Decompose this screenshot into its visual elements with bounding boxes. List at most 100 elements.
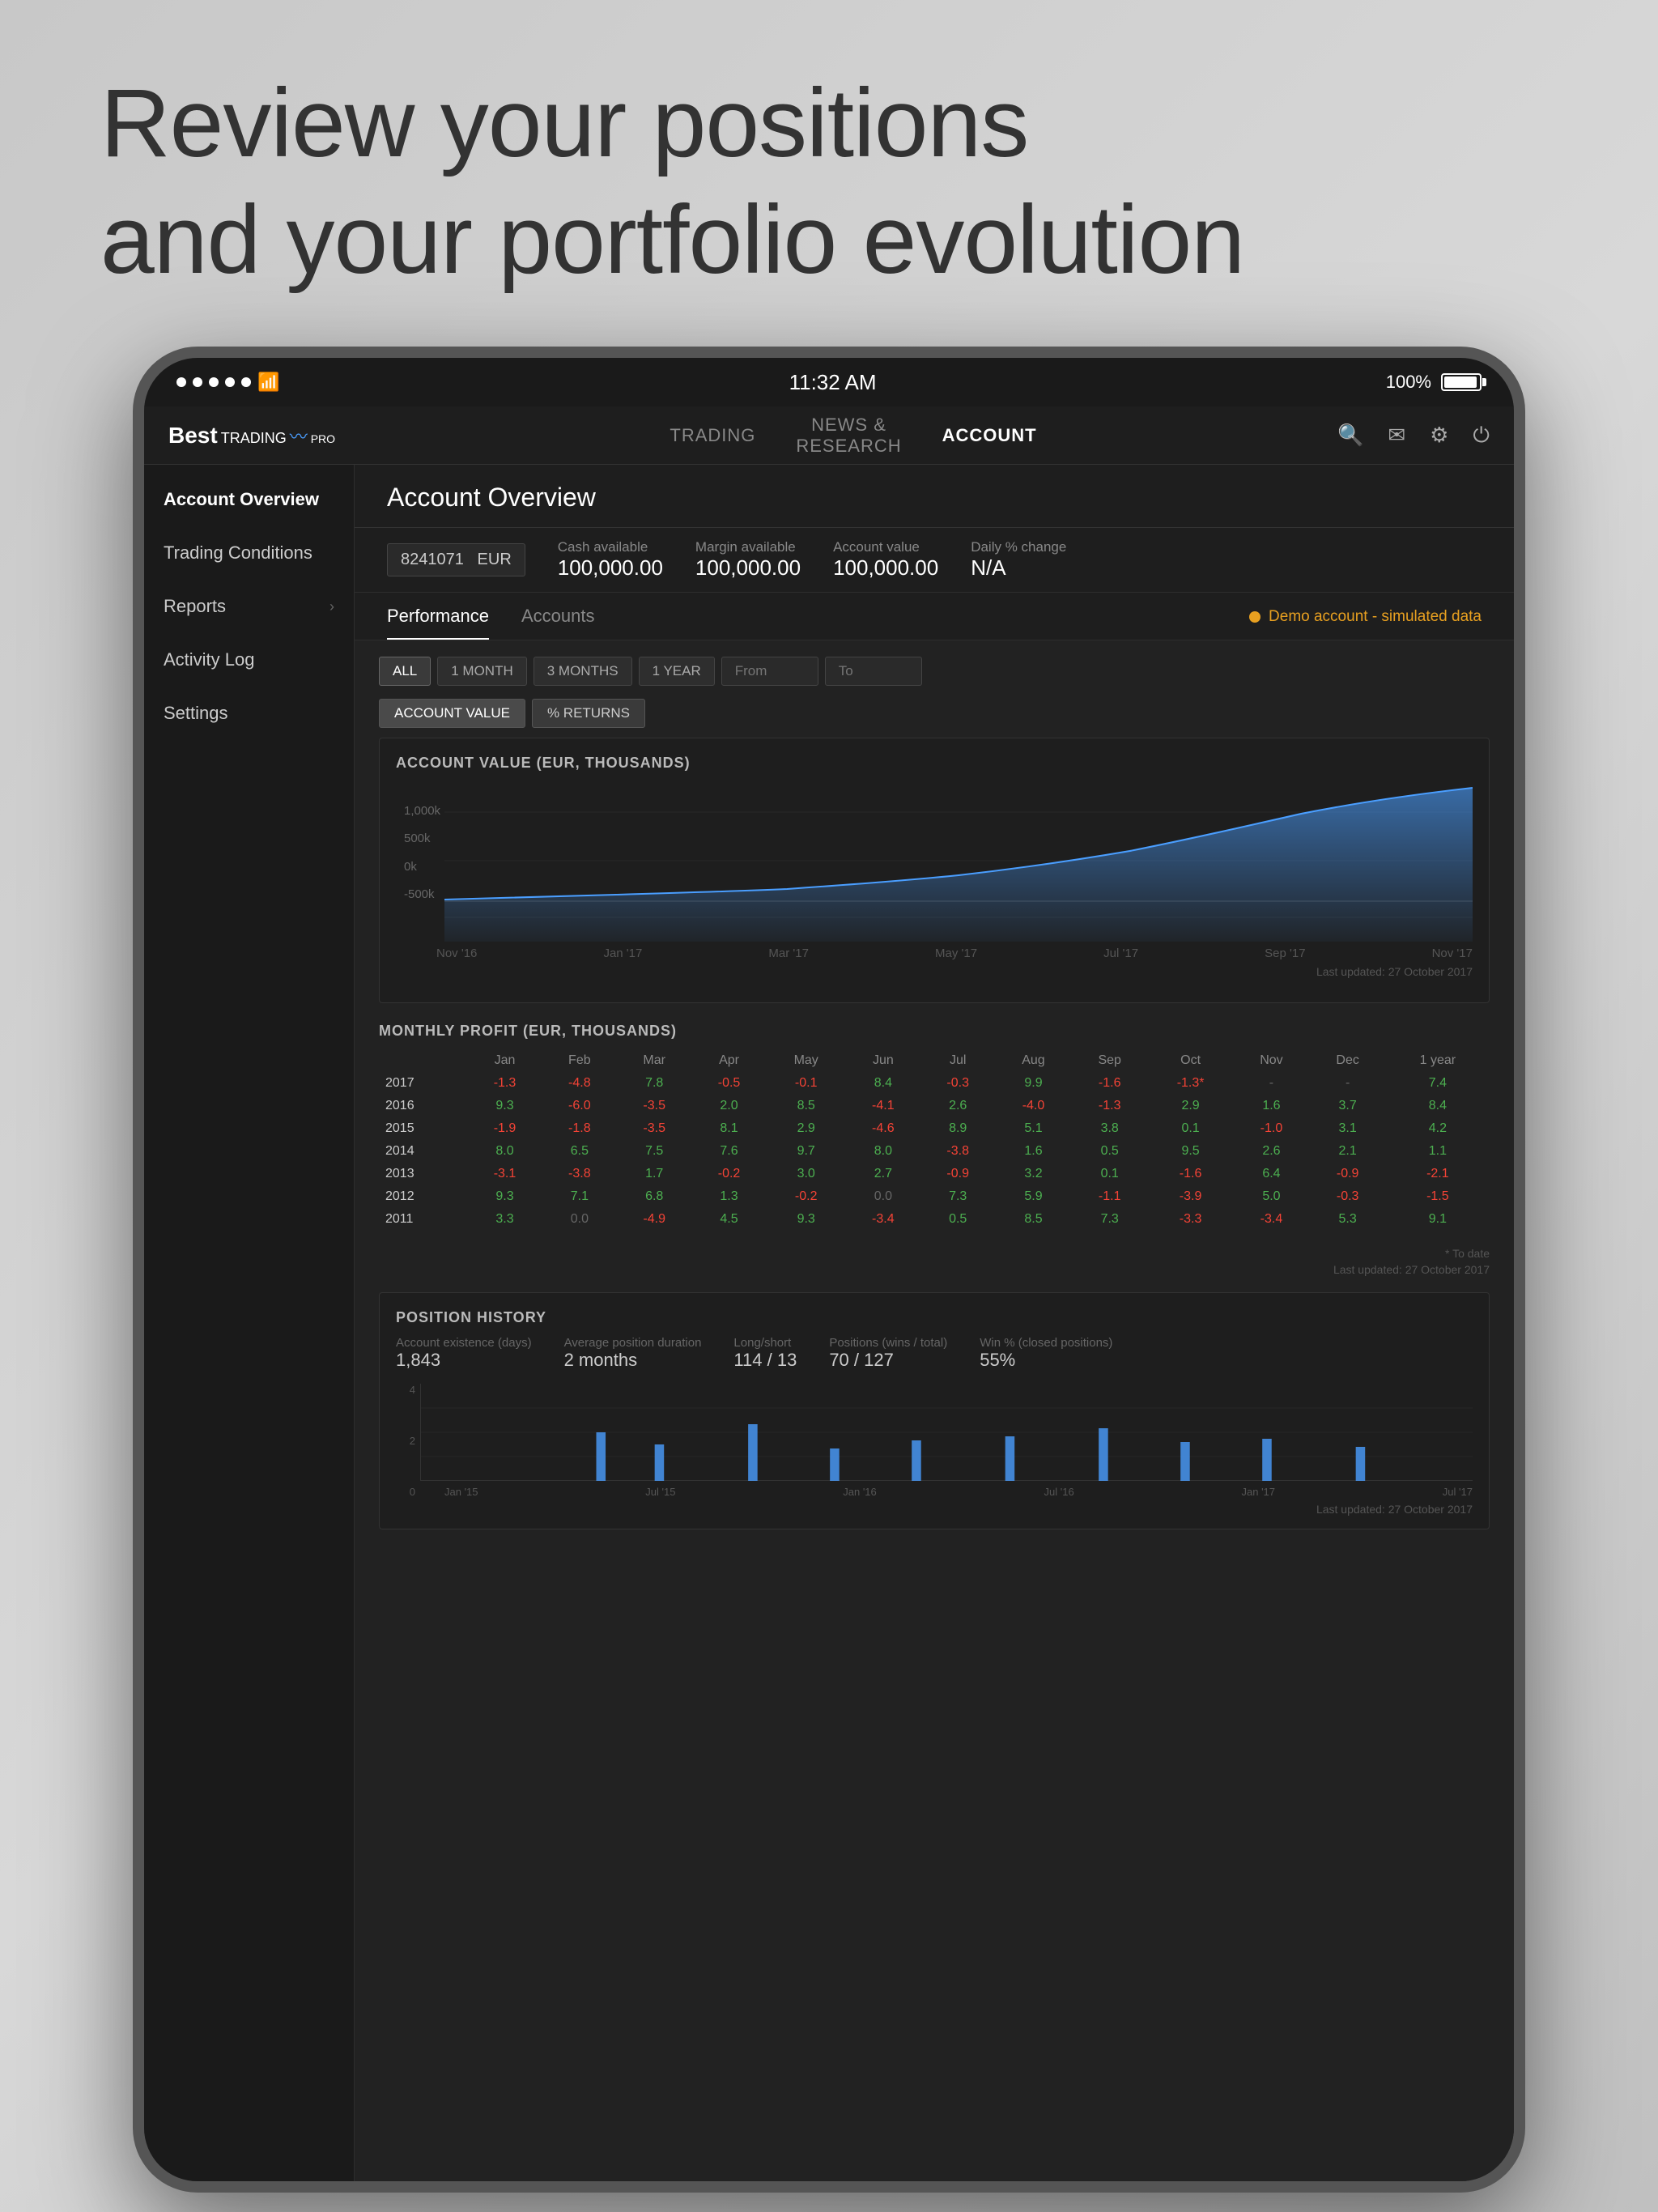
pos-y-labels: 4 2 0 xyxy=(410,1384,420,1498)
cash-available-label: Cash available xyxy=(558,539,648,555)
monthly-profit-title: MONTHLY PROFIT (EUR, THOUSANDS) xyxy=(379,1023,1490,1040)
tab-performance[interactable]: Performance xyxy=(387,606,489,640)
table-row: 2013 -3.1 -3.8 1.7 -0.2 3.0 2.7 -0.9 3.2… xyxy=(379,1163,1490,1185)
margin-available-label: Margin available xyxy=(695,539,796,555)
win-pct-stat: Win % (closed positions) 55% xyxy=(980,1336,1112,1371)
long-short-stat: Long/short 114 / 13 xyxy=(733,1336,797,1371)
position-history-chart: 4 2 0 xyxy=(420,1384,1473,1498)
account-value-chart: ACCOUNT VALUE (EUR, THOUSANDS) 1,000k 50… xyxy=(379,738,1490,1003)
sidebar-item-settings[interactable]: Settings xyxy=(144,687,354,740)
account-value-stat: Account value 100,000.00 xyxy=(833,539,938,581)
battery-icon xyxy=(1441,373,1482,391)
daily-change-stat: Daily % change N/A xyxy=(971,539,1066,581)
account-bar: 8241071 EUR Cash available 100,000.00 Ma… xyxy=(355,528,1514,593)
monthly-profit-last-updated: Last updated: 27 October 2017 xyxy=(379,1263,1490,1276)
nav-tab-trading[interactable]: TRADING xyxy=(670,425,755,446)
account-id-box: 8241071 EUR xyxy=(387,543,525,576)
table-row: 2014 8.0 6.5 7.5 7.6 9.7 8.0 -3.8 1.6 0.… xyxy=(379,1140,1490,1163)
demo-badge-text: Demo account - simulated data xyxy=(1269,608,1482,626)
position-stats: Account existence (days) 1,843 Average p… xyxy=(396,1336,1473,1371)
logo-pro: PRO xyxy=(311,432,335,445)
col-feb: Feb xyxy=(542,1049,617,1072)
avg-position-duration-stat: Average position duration 2 months xyxy=(564,1336,702,1371)
daily-change-label: Daily % change xyxy=(971,539,1066,555)
status-bar: 📶 11:32 AM 100% xyxy=(144,358,1514,406)
account-value-chart-title: ACCOUNT VALUE (EUR, THOUSANDS) xyxy=(396,755,1473,772)
pos-chart-area xyxy=(420,1384,1473,1481)
nav-tab-news[interactable]: NEWS &RESEARCH xyxy=(796,415,901,457)
col-jan: Jan xyxy=(467,1049,542,1072)
page-title-bar: Account Overview xyxy=(355,465,1514,528)
sub-tabs: Performance Accounts Demo account - simu… xyxy=(355,593,1514,640)
table-row: 2017 -1.3 -4.8 7.8 -0.5 -0.1 8.4 -0.3 9.… xyxy=(379,1072,1490,1095)
date-from-input[interactable] xyxy=(721,657,818,686)
col-jun: Jun xyxy=(846,1049,920,1072)
table-footnote: * To date xyxy=(379,1247,1490,1260)
status-bar-right: 100% xyxy=(1386,372,1482,393)
monthly-profit-table: Jan Feb Mar Apr May Jun Jul Aug Sep Oct … xyxy=(379,1049,1490,1231)
margin-available-stat: Margin available 100,000.00 xyxy=(695,539,801,581)
sidebar-item-account-overview[interactable]: Account Overview xyxy=(144,473,354,526)
power-icon[interactable]: ⏻ xyxy=(1473,423,1490,449)
profit-table-header-row: Jan Feb Mar Apr May Jun Jul Aug Sep Oct … xyxy=(379,1049,1490,1072)
nav-tab-account[interactable]: ACCOUNT xyxy=(942,425,1037,446)
cash-available-stat: Cash available 100,000.00 xyxy=(558,539,663,581)
table-row: 2011 3.3 0.0 -4.9 4.5 9.3 -3.4 0.5 8.5 7… xyxy=(379,1208,1490,1231)
sidebar: Account Overview Trading Conditions Repo… xyxy=(144,465,355,2181)
app-header: Best TRADING 〰 PRO TRADING NEWS &RESEARC… xyxy=(144,406,1514,465)
filter-1-month[interactable]: 1 MONTH xyxy=(437,657,527,686)
content-scroll[interactable]: ALL 1 MONTH 3 MONTHS 1 YEAR ACCOUNT VALU… xyxy=(355,640,1514,2181)
chart-toggle: ACCOUNT VALUE % RETURNS xyxy=(379,699,1490,728)
app-body: Account Overview Trading Conditions Repo… xyxy=(144,465,1514,2181)
account-value-last-updated: Last updated: 27 October 2017 xyxy=(396,965,1473,978)
sidebar-item-activity-log[interactable]: Activity Log xyxy=(144,633,354,687)
account-value-label: Account value xyxy=(833,539,920,555)
tab-accounts[interactable]: Accounts xyxy=(521,606,595,640)
logo-best: Best xyxy=(168,423,218,449)
settings-icon[interactable]: ⚙ xyxy=(1430,423,1448,448)
status-time: 11:32 AM xyxy=(789,370,877,395)
sidebar-item-reports[interactable]: Reports › xyxy=(144,580,354,633)
account-existence-stat: Account existence (days) 1,843 xyxy=(396,1336,532,1371)
chart-x-labels: Nov '16 Jan '17 Mar '17 May '17 Jul '17 … xyxy=(436,946,1473,960)
col-sep: Sep xyxy=(1072,1049,1148,1072)
battery-fill xyxy=(1444,376,1477,388)
position-history-section: POSITION HISTORY Account existence (days… xyxy=(379,1292,1490,1529)
status-bar-left: 📶 xyxy=(176,372,279,393)
search-icon[interactable]: 🔍 xyxy=(1337,423,1363,448)
toggle-pct-returns[interactable]: % RETURNS xyxy=(532,699,645,728)
filter-all[interactable]: ALL xyxy=(379,657,431,686)
col-1year: 1 year xyxy=(1386,1049,1490,1072)
main-content: Account Overview 8241071 EUR Cash availa… xyxy=(355,465,1514,2181)
account-id: 8241071 xyxy=(401,551,464,568)
battery-percent: 100% xyxy=(1386,372,1431,393)
signal-dot-3 xyxy=(209,377,219,387)
col-nov: Nov xyxy=(1233,1049,1309,1072)
toggle-account-value[interactable]: ACCOUNT VALUE xyxy=(379,699,525,728)
account-value-svg xyxy=(444,780,1473,942)
signal-dot-4 xyxy=(225,377,235,387)
page-title: Account Overview xyxy=(387,483,1482,513)
filter-1-year[interactable]: 1 YEAR xyxy=(639,657,715,686)
col-year xyxy=(379,1049,467,1072)
mail-icon[interactable]: ✉ xyxy=(1388,423,1405,448)
margin-available-value: 100,000.00 xyxy=(695,555,801,581)
time-filter-bar: ALL 1 MONTH 3 MONTHS 1 YEAR xyxy=(379,657,1490,686)
cash-available-value: 100,000.00 xyxy=(558,555,663,581)
header-icons: 🔍 ✉ ⚙ ⏻ xyxy=(1328,423,1490,449)
demo-badge: Demo account - simulated data xyxy=(1249,608,1482,637)
device-frame: 📶 11:32 AM 100% Best TRADING 〰 PRO TRADI… xyxy=(133,347,1525,2193)
sidebar-item-trading-conditions[interactable]: Trading Conditions xyxy=(144,526,354,580)
signal-dot-1 xyxy=(176,377,186,387)
reports-chevron-icon: › xyxy=(329,598,334,615)
chart-area xyxy=(444,780,1473,942)
position-history-title: POSITION HISTORY xyxy=(396,1309,1473,1326)
filter-3-months[interactable]: 3 MONTHS xyxy=(534,657,632,686)
col-dec: Dec xyxy=(1310,1049,1386,1072)
logo-wave-icon: 〰 xyxy=(290,423,308,449)
col-may: May xyxy=(767,1049,846,1072)
pos-x-labels: Jan '15 Jul '15 Jan '16 Jul '16 Jan '17 … xyxy=(444,1486,1473,1498)
logo-trading: TRADING xyxy=(221,430,287,447)
account-value-value: 100,000.00 xyxy=(833,555,938,581)
date-to-input[interactable] xyxy=(825,657,922,686)
